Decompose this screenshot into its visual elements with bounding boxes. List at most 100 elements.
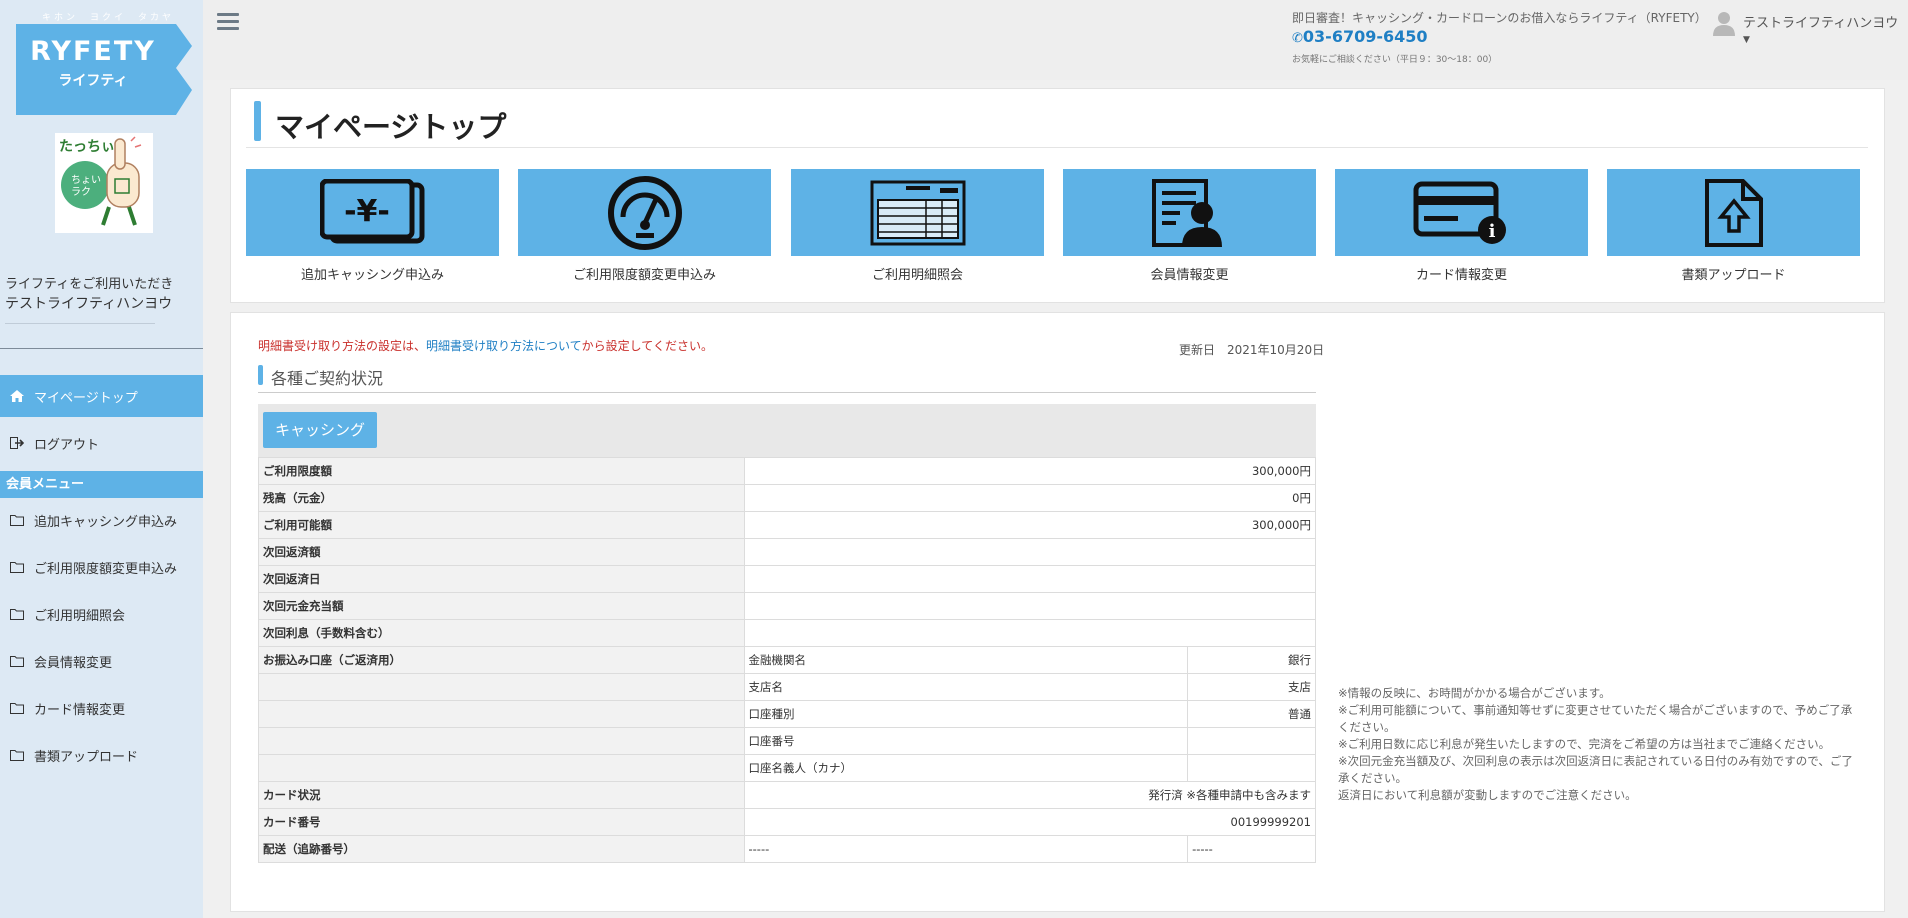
top-panel: マイページトップ -¥- 追加キャッシング申込み ご利用限度額変更申込み ご利用… (230, 88, 1885, 303)
bank-field-name: 口座名義人（カナ） (743, 754, 1189, 782)
table-row: 残高（元金） 0円 (258, 484, 1316, 512)
table-row: 支店名 支店 (258, 673, 1316, 701)
table-row: 口座種別 普通 (258, 700, 1316, 728)
sidebar-item-additional-cashing[interactable]: 追加キャッシング申込み (0, 499, 203, 541)
sidebar-item-document-upload[interactable]: 書類アップロード (0, 734, 203, 776)
bank-field-value (1187, 754, 1316, 782)
divider (258, 392, 1316, 393)
tile-limit-change[interactable]: ご利用限度額変更申込み (518, 169, 771, 284)
logo-subtitle: ライフティ (58, 73, 128, 89)
row-label: ご利用可能額 (258, 511, 745, 539)
folder-icon (10, 749, 34, 761)
statement-notice: 明細書受け取り方法の設定は、明細書受け取り方法についてから設定してください。 (258, 339, 713, 353)
table-row: 配送（追跡番号） ----- ----- (258, 835, 1316, 863)
user-avatar-icon[interactable] (1713, 10, 1735, 36)
row-label: 次回返済日 (258, 565, 745, 593)
section-accent-bar (258, 365, 263, 385)
sidebar-item-label: マイページトップ (34, 390, 138, 406)
sidebar-item-limit-change[interactable]: ご利用限度額変更申込み (0, 546, 203, 588)
table-row: お振込み口座（ご返済用） 金融機関名 銀行 (258, 646, 1316, 674)
tile-label: ご利用限度額変更申込み (572, 268, 716, 283)
tile-icon-box (1607, 169, 1860, 256)
tile-document-upload[interactable]: 書類アップロード (1607, 169, 1860, 284)
note-line: ※情報の反映に、お時間がかかる場合がございます。 (1338, 686, 1611, 700)
user-name-label: テストライフティハンヨウ (1743, 16, 1899, 31)
tile-label: カード情報変更 (1415, 268, 1507, 283)
bank-field-value: 支店 (1187, 673, 1316, 701)
tile-usage-statement[interactable]: ご利用明細照会 (791, 169, 1044, 284)
brand-logo[interactable]: キホン ヨクイ タカヤ RYFETY ライフティ (14, 10, 192, 115)
tile-label: 追加キャッシング申込み (300, 268, 444, 283)
note-line: 返済日において利息額が変動しますのでご注意ください。 (1338, 788, 1637, 802)
table-row: ご利用可能額 300,000円 (258, 511, 1316, 539)
svg-text:ちょい: ちょい (71, 174, 101, 186)
sidebar-item-card-info[interactable]: カード情報変更 (0, 687, 203, 729)
table-row: 次回元金充当額 (258, 592, 1316, 620)
bank-field-value: 普通 (1187, 700, 1316, 728)
sidebar-item-label: ログアウト (34, 437, 100, 453)
sidebar-item-label: 会員情報変更 (34, 655, 113, 671)
header-phone-number[interactable]: ✆03-6709-6450 (1292, 27, 1428, 46)
folder-icon (10, 702, 34, 714)
user-menu-dropdown[interactable]: テストライフティハンヨウ ▼ (1743, 12, 1908, 46)
row-label: カード状況 (258, 781, 745, 809)
table-row: 次回返済日 (258, 565, 1316, 593)
folder-icon (10, 561, 34, 573)
tracking-number: ----- (1187, 835, 1316, 863)
logo-text: RYFETY (30, 36, 156, 67)
section-title: 各種ご契約状況 (271, 369, 384, 388)
row-label: 配送（追跡番号） (258, 835, 745, 863)
row-label: 残高（元金） (258, 484, 745, 512)
svg-text:たっちぃ: たっちぃ (59, 139, 115, 155)
phone-icon: ✆ (1292, 31, 1303, 46)
welcome-message: ライフティをご利用いただき (5, 277, 174, 292)
tile-icon-box: i (1335, 169, 1588, 256)
top-header: 即日審査！キャッシング・カードローンのお借入ならライフティ（RYFETY） ✆0… (203, 0, 1908, 80)
tile-member-info[interactable]: 会員情報変更 (1063, 169, 1316, 284)
note-line: ※ご利用日数に応じ利息が発生いたしますので、完済をご希望の方は当社までご連絡くだ… (1338, 737, 1831, 751)
statement-method-link[interactable]: 明細書受け取り方法について (426, 339, 582, 353)
row-label: 次回返済額 (258, 538, 745, 566)
row-value: 300,000円 (743, 457, 1316, 485)
table-row: カード状況 発行済 ※各種申請中も含みます (258, 781, 1316, 809)
bank-field-value (1187, 727, 1316, 755)
row-label: ご利用限度額 (258, 457, 745, 485)
row-value (743, 592, 1316, 620)
folder-icon (10, 655, 34, 667)
note-line: ※次回元金充当額及び、次回利息の表示は次回返済日に表記されている日付のみ有効です… (1338, 754, 1853, 785)
tile-card-info[interactable]: i カード情報変更 (1335, 169, 1588, 284)
cashing-tab-button[interactable]: キャッシング (263, 412, 378, 448)
logo-tagline: キホン ヨクイ タカヤ (41, 13, 174, 23)
tile-icon-box (1063, 169, 1316, 256)
row-value (743, 565, 1316, 593)
credit-card-info-icon: i (1413, 181, 1506, 244)
table-row: 次回返済額 (258, 538, 1316, 566)
gauge-icon (607, 175, 682, 250)
sidebar-item-logout[interactable]: ログアウト (0, 422, 203, 464)
tile-label: ご利用明細照会 (871, 268, 963, 283)
row-label: 次回利息（手数料含む） (258, 619, 745, 647)
hamburger-menu-icon[interactable] (217, 13, 239, 31)
sidebar-item-mypage-top[interactable]: マイページトップ (0, 375, 203, 417)
sidebar-item-label: ご利用明細照会 (34, 608, 126, 624)
document-upload-icon (1704, 178, 1763, 247)
table-row: 口座名義人（カナ） (258, 754, 1316, 782)
main-content: マイページトップ -¥- 追加キャッシング申込み ご利用限度額変更申込み ご利用… (203, 80, 1908, 918)
row-label-empty (258, 754, 745, 782)
member-menu-header: 会員メニュー (0, 471, 203, 498)
row-label: お振込み口座（ご返済用） (258, 646, 745, 674)
svg-text:ラク: ラク (71, 186, 91, 198)
row-value (743, 538, 1316, 566)
welcome-user-name: テストライフティハンヨウ (5, 296, 173, 312)
bank-field-value: 銀行 (1187, 646, 1316, 674)
contract-type-header: キャッシング (258, 404, 1316, 457)
sidebar-item-usage-statement[interactable]: ご利用明細照会 (0, 593, 203, 635)
tile-label: 書類アップロード (1681, 268, 1786, 283)
row-value: 0円 (743, 484, 1316, 512)
bank-field-name: 支店名 (743, 673, 1189, 701)
contract-status-panel: 明細書受け取り方法の設定は、明細書受け取り方法についてから設定してください。 更… (230, 312, 1885, 912)
folder-icon (10, 608, 34, 620)
tile-additional-cashing[interactable]: -¥- 追加キャッシング申込み (246, 169, 499, 284)
sidebar-item-member-info[interactable]: 会員情報変更 (0, 640, 203, 682)
tile-icon-box (518, 169, 771, 256)
